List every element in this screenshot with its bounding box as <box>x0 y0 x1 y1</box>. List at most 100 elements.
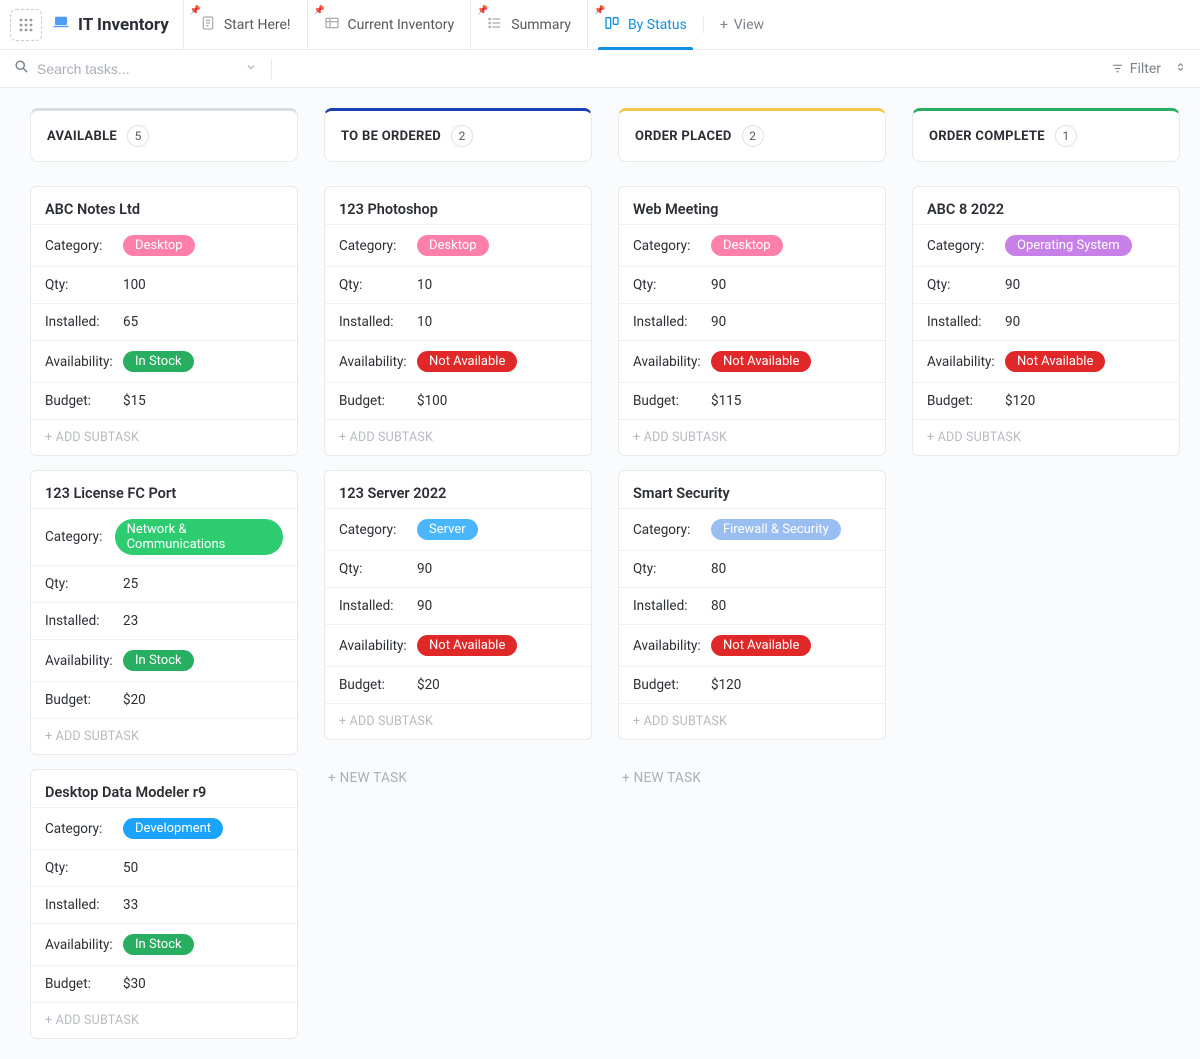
column-header[interactable]: ORDER COMPLETE1 <box>912 108 1180 162</box>
add-subtask-button[interactable]: + ADD SUBTASK <box>913 419 1179 455</box>
availability-pill: Not Available <box>417 635 517 656</box>
installed-value: 90 <box>417 598 432 614</box>
field-label: Availability: <box>633 354 711 370</box>
field-label: Installed: <box>45 897 123 913</box>
new-task-button[interactable]: + NEW TASK <box>618 764 886 792</box>
field-label: Budget: <box>45 976 123 992</box>
task-card[interactable]: Smart SecurityCategory:Firewall & Securi… <box>618 470 886 740</box>
add-subtask-button[interactable]: + ADD SUBTASK <box>31 419 297 455</box>
qty-value: 50 <box>123 860 138 876</box>
qty-value: 90 <box>1005 277 1020 293</box>
search-input[interactable] <box>37 61 237 77</box>
field-label: Installed: <box>45 613 123 629</box>
new-task-button[interactable]: + NEW TASK <box>324 764 592 792</box>
add-view-button[interactable]: + View <box>703 17 780 33</box>
column-header[interactable]: AVAILABLE5 <box>30 108 298 162</box>
kanban-board: AVAILABLE5ABC Notes LtdCategory:DesktopQ… <box>0 88 1200 1059</box>
field-label: Installed: <box>339 598 417 614</box>
card-title: Desktop Data Modeler r9 <box>31 770 297 807</box>
card-title: 123 Photoshop <box>325 187 591 224</box>
field-label: Budget: <box>339 393 417 409</box>
category-pill: Desktop <box>711 235 783 256</box>
tab-icon <box>487 15 503 35</box>
add-subtask-button[interactable]: + ADD SUBTASK <box>31 718 297 754</box>
budget-value: $100 <box>417 393 447 409</box>
tab-current-inventory[interactable]: 📌Current Inventory <box>307 0 471 50</box>
tab-label: Start Here! <box>224 17 291 33</box>
card-title: 123 License FC Port <box>31 471 297 508</box>
column-name: TO BE ORDERED <box>341 129 441 144</box>
budget-value: $20 <box>417 677 440 693</box>
divider <box>271 59 272 79</box>
installed-value: 90 <box>1005 314 1020 330</box>
field-label: Availability: <box>339 354 417 370</box>
field-label: Budget: <box>339 677 417 693</box>
field-label: Category: <box>339 238 417 254</box>
add-subtask-button[interactable]: + ADD SUBTASK <box>325 703 591 739</box>
add-subtask-button[interactable]: + ADD SUBTASK <box>31 1002 297 1038</box>
workspace-title[interactable]: IT Inventory <box>52 13 169 36</box>
card-title: Smart Security <box>619 471 885 508</box>
column-count: 1 <box>1055 125 1077 147</box>
field-label: Category: <box>927 238 1005 254</box>
field-label: Budget: <box>927 393 1005 409</box>
column-count: 2 <box>451 125 473 147</box>
field-label: Category: <box>339 522 417 538</box>
filter-button[interactable]: Filter <box>1111 61 1161 77</box>
app-grid-icon <box>18 17 34 33</box>
field-label: Availability: <box>927 354 1005 370</box>
filter-icon <box>1111 62 1124 75</box>
qty-value: 80 <box>711 561 726 577</box>
column-order-complete: ORDER COMPLETE1 ABC 8 2022Category:Operat… <box>912 108 1180 456</box>
card-title: ABC Notes Ltd <box>31 187 297 224</box>
column-header[interactable]: TO BE ORDERED 2 <box>324 108 592 162</box>
budget-value: $120 <box>711 677 741 693</box>
search-icon <box>14 59 29 78</box>
category-pill: Desktop <box>123 235 195 256</box>
task-card[interactable]: 123 PhotoshopCategory:DesktopQty:10Insta… <box>324 186 592 456</box>
category-pill: Development <box>123 818 223 839</box>
availability-pill: In Stock <box>123 650 194 671</box>
task-card[interactable]: 123 Server 2022Category:ServerQty:90Inst… <box>324 470 592 740</box>
field-label: Category: <box>633 238 711 254</box>
field-label: Installed: <box>339 314 417 330</box>
task-card[interactable]: 123 License FC PortCategory:Network & Co… <box>30 470 298 755</box>
column-header[interactable]: ORDER PLACED 2 <box>618 108 886 162</box>
task-card[interactable]: Web MeetingCategory:DesktopQty:90Install… <box>618 186 886 456</box>
qty-value: 100 <box>123 277 146 293</box>
category-pill: Firewall & Security <box>711 519 841 540</box>
field-label: Budget: <box>633 677 711 693</box>
sort-toggle-icon[interactable] <box>1175 60 1186 78</box>
field-label: Category: <box>45 238 123 254</box>
field-label: Budget: <box>45 692 123 708</box>
column-count: 2 <box>742 125 764 147</box>
task-card[interactable]: ABC Notes LtdCategory:DesktopQty:100Inst… <box>30 186 298 456</box>
task-card[interactable]: Desktop Data Modeler r9 Category:Developm… <box>30 769 298 1039</box>
field-label: Availability: <box>633 638 711 654</box>
installed-value: 33 <box>123 897 138 913</box>
field-label: Category: <box>45 821 123 837</box>
add-subtask-button[interactable]: + ADD SUBTASK <box>619 419 885 455</box>
toolbar: Filter <box>0 50 1200 88</box>
add-subtask-button[interactable]: + ADD SUBTASK <box>619 703 885 739</box>
tab-summary[interactable]: 📌Summary <box>470 0 587 50</box>
tab-start-here-[interactable]: 📌Start Here! <box>183 0 307 50</box>
add-subtask-button[interactable]: + ADD SUBTASK <box>325 419 591 455</box>
pin-icon: 📌 <box>594 6 605 16</box>
column-to-be-ordered: TO BE ORDERED2123 PhotoshopCategory:Desk… <box>324 108 592 792</box>
tab-by-status[interactable]: 📌By Status <box>587 0 703 50</box>
add-view-label: View <box>734 17 764 33</box>
field-label: Qty: <box>45 277 123 293</box>
app-menu-button[interactable] <box>10 9 42 41</box>
category-pill: Network & Communications <box>115 519 283 555</box>
column-name: ORDER PLACED <box>635 129 732 144</box>
chevron-down-icon[interactable] <box>245 61 257 77</box>
availability-pill: Not Available <box>711 635 811 656</box>
budget-value: $120 <box>1005 393 1035 409</box>
qty-value: 90 <box>711 277 726 293</box>
field-label: Qty: <box>339 277 417 293</box>
tab-icon <box>604 15 620 35</box>
availability-pill: Not Available <box>711 351 811 372</box>
task-card[interactable]: ABC 8 2022Category:Operating SystemQty:9… <box>912 186 1180 456</box>
field-label: Qty: <box>45 576 123 592</box>
